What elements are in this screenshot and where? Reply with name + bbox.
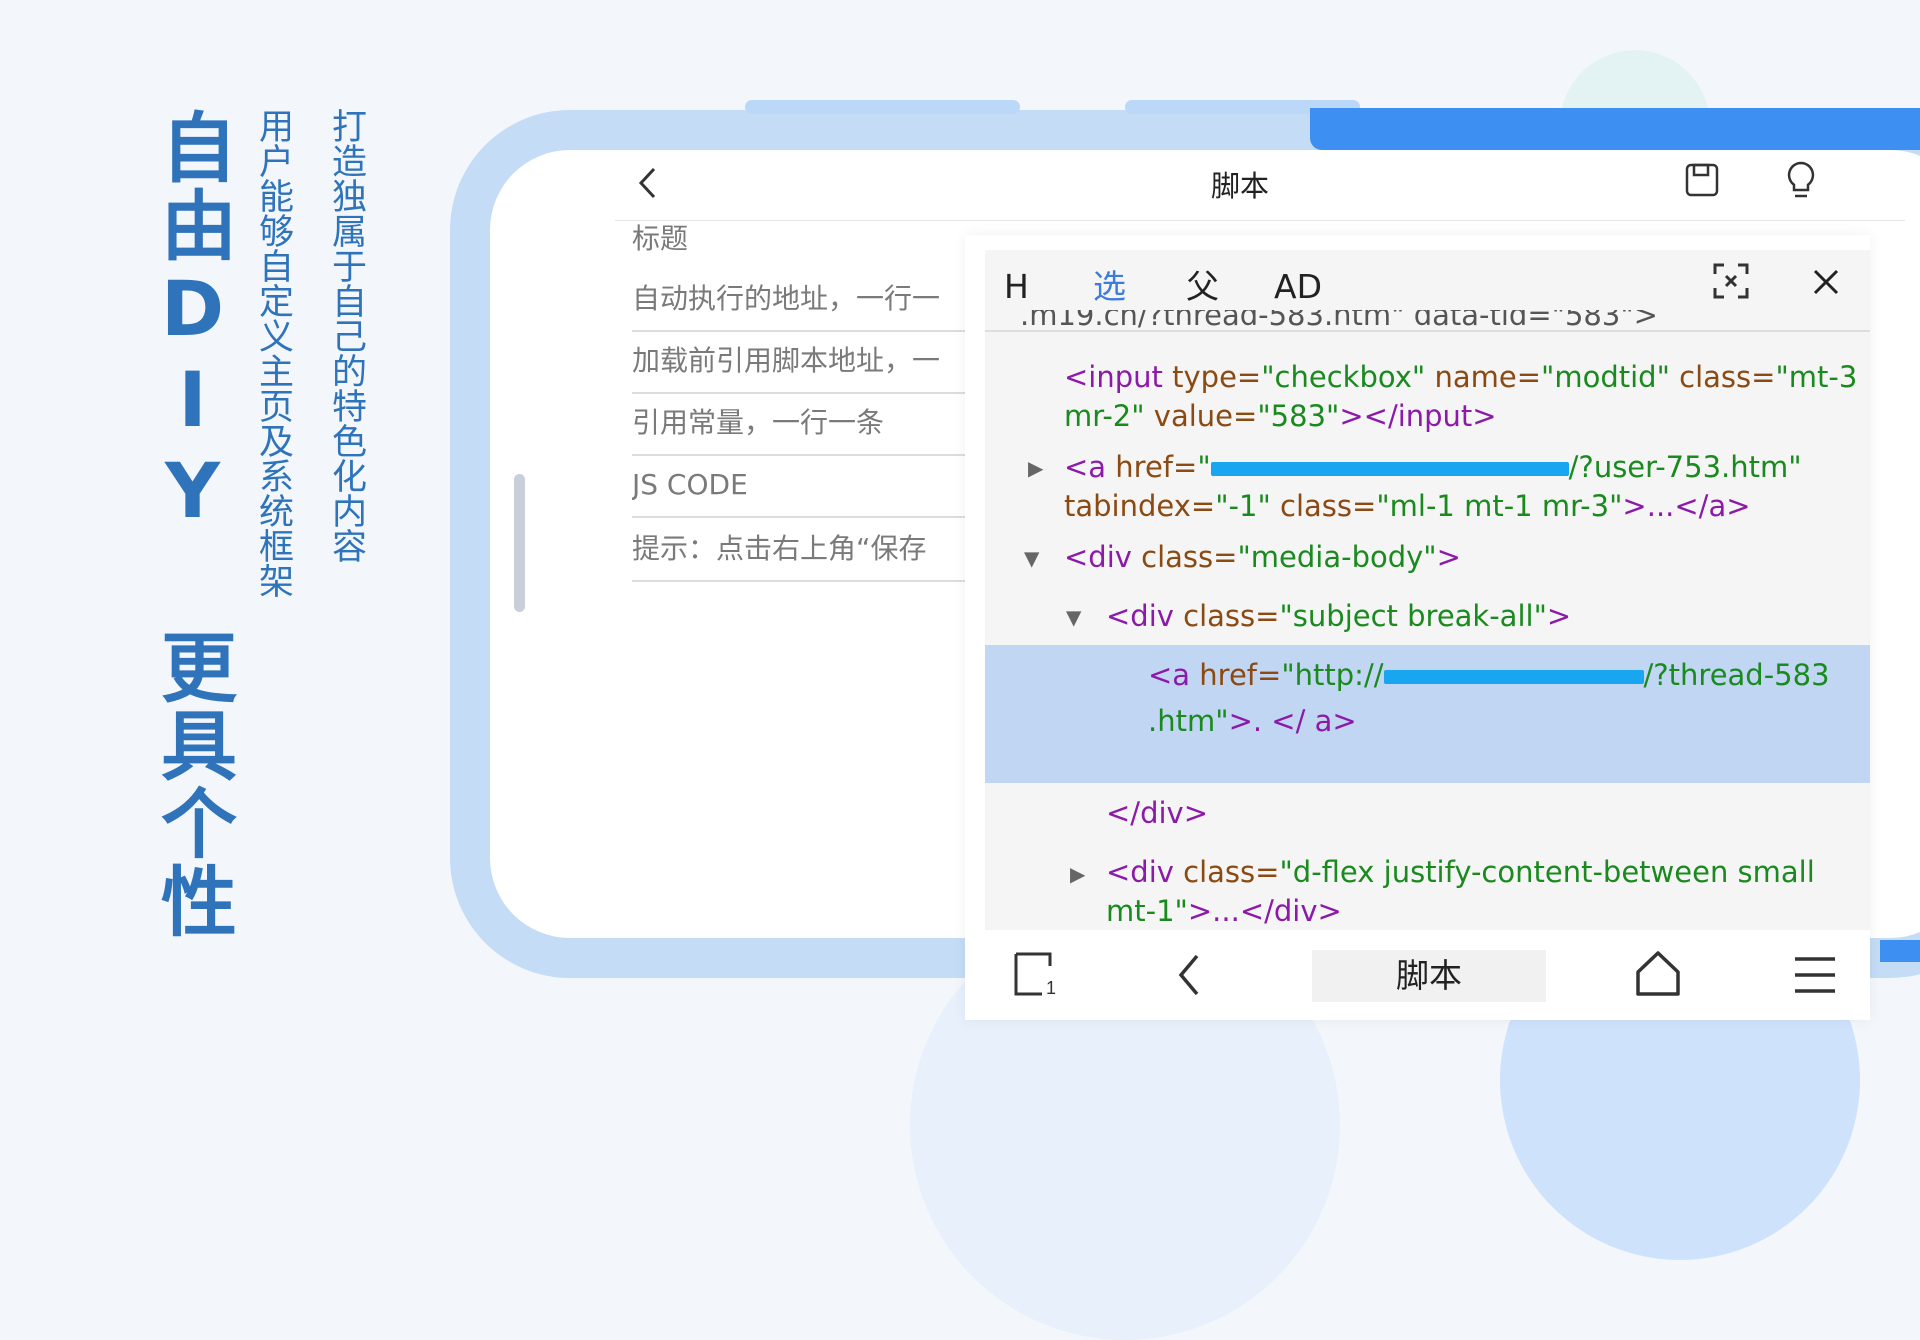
dom-node-div-subject[interactable]: <div class="subject break-all"> [1106,597,1571,636]
svg-text:1: 1 [1046,978,1056,998]
js-code-field[interactable]: JS CODE [632,454,966,518]
phone-button [745,100,1020,114]
dom-node-input-cont: mr-2" value="583"></input> [1064,399,1497,433]
collapse-triangle[interactable]: ▶ [1064,611,1088,626]
address-bar[interactable]: 脚本 [1312,950,1546,1002]
dom-node-div-close: </div> [1106,796,1208,830]
slogan-line-2: 用户能够自定义主页及系统框架 [253,108,293,598]
back-icon[interactable] [632,165,666,201]
hint-text: 提示：点击右上角“保存 [632,518,966,582]
redaction-mark [1210,462,1569,476]
slogan-main: 自由DIY 更具个性 [148,108,237,940]
title-field[interactable]: 标题 [632,208,966,270]
dom-node-a-thread-cont: .htm">. </ a> [1148,704,1357,738]
tab-select[interactable]: 选 [1093,262,1126,312]
redaction-mark [1383,670,1644,684]
bulb-icon[interactable] [1784,160,1818,200]
phone-side-handle [514,474,525,612]
preload-script-field[interactable]: 加载前引用脚本地址，一 [632,330,966,394]
dom-node-a-user-cont: tabindex="-1" class="ml-1 mt-1 mr-3">...… [1064,489,1751,523]
nav-back-icon[interactable] [1173,952,1209,998]
dom-node-input[interactable]: <input type="checkbox" name="modtid" cla… [1064,358,1857,397]
accent-bar [1880,940,1920,962]
tab-ad[interactable]: AD [1274,262,1322,312]
dom-node-a-thread[interactable]: <a href="http:///?thread-583 [1148,656,1830,695]
collapse-triangle[interactable]: ▶ [1022,552,1046,567]
tabs-icon[interactable]: 1 [1012,950,1062,998]
constants-field[interactable]: 引用常量，一行一条 [632,392,966,456]
dom-node-div-media-body[interactable]: <div class="media-body"> [1064,538,1461,577]
close-icon[interactable] [1808,264,1844,300]
home-icon[interactable] [1633,948,1683,998]
fullscreen-icon[interactable] [1712,262,1750,300]
page-title: 脚本 [1210,169,1269,203]
dom-node-div-dflex-cont: mt-1">...</div> [1106,894,1342,928]
dom-node-cut: .m19.cn/?thread-583.htm" data-tid="583"> [1020,310,1658,332]
tab-html[interactable]: H [1004,262,1029,312]
expand-triangle[interactable]: ▶ [1028,456,1043,480]
dom-node-div-dflex[interactable]: <div class="d-flex justify-content-betwe… [1106,853,1815,892]
expand-triangle[interactable]: ▶ [1070,862,1085,886]
slogan-line-1: 打造独属于自己的特色化内容 [326,108,366,563]
auto-exec-url-field[interactable]: 自动执行的地址，一行一 [632,268,966,332]
tab-parent[interactable]: 父 [1186,262,1219,312]
menu-icon[interactable] [1793,953,1837,997]
save-icon[interactable] [1684,162,1720,198]
accent-bar [1310,108,1920,150]
dom-node-a-user[interactable]: <a href="/?user-753.htm" [1064,448,1802,487]
